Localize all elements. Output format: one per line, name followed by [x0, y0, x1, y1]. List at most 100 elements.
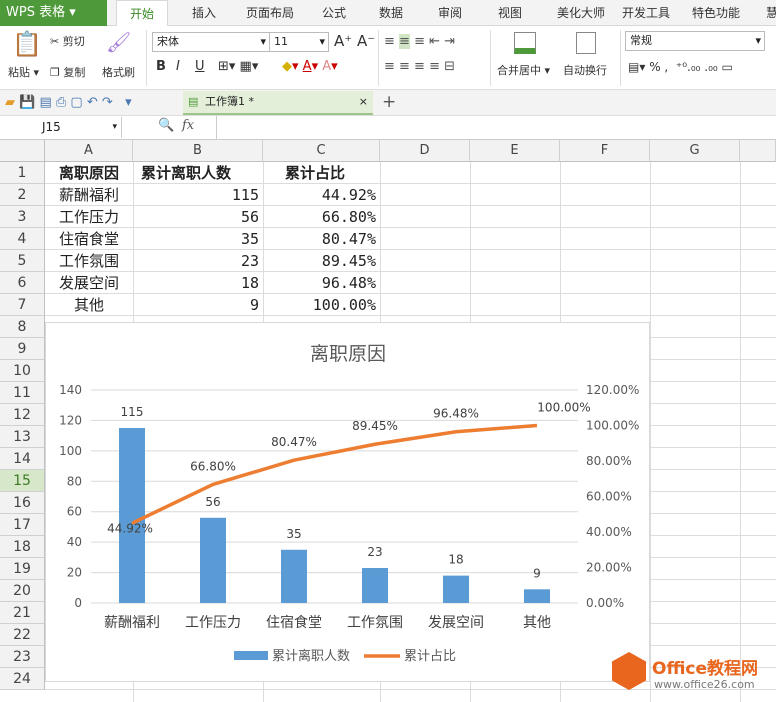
italic-button[interactable]: I [176, 59, 180, 74]
pareto-chart[interactable]: 离职原因 0 20 40 60 80 100 120 140 0.00% 20.00% 40.00% 6… [45, 322, 650, 682]
row-header-11[interactable]: 11 [0, 382, 45, 404]
select-all-corner[interactable] [0, 140, 45, 162]
data-cell[interactable]: 住宿食堂 [45, 228, 133, 250]
column-header-G[interactable]: G [650, 140, 740, 162]
row-header-24[interactable]: 24 [0, 668, 45, 690]
name-box[interactable]: J15 ▾ [0, 117, 122, 138]
underline-button[interactable]: U [195, 59, 205, 74]
tab-7[interactable]: 美化大师 [548, 0, 614, 26]
row-header-22[interactable]: 22 [0, 624, 45, 646]
row-header-16[interactable]: 16 [0, 492, 45, 514]
bold-button[interactable]: B [156, 59, 166, 74]
column-header-B[interactable]: B [133, 140, 263, 162]
data-cell[interactable]: 发展空间 [45, 272, 133, 294]
tab-9[interactable]: 特色功能 [686, 0, 746, 26]
tab-0[interactable]: 开始 [116, 0, 168, 26]
data-cell[interactable]: 9 [133, 294, 263, 316]
tab-3[interactable]: 公式 [318, 0, 350, 26]
data-cell[interactable]: 80.47% [263, 228, 380, 250]
fx-button[interactable]: fx [182, 118, 194, 133]
row-header-14[interactable]: 14 [0, 448, 45, 470]
header-cell[interactable]: 累计离职人数 [133, 162, 263, 184]
data-cell[interactable]: 96.48% [263, 272, 380, 294]
column-header-A[interactable]: A [45, 140, 133, 162]
tab-5[interactable]: 审阅 [430, 0, 470, 26]
data-cell[interactable]: 工作压力 [45, 206, 133, 228]
number-format-buttons[interactable]: ▤▾ % , ⁺⁰.₀₀ .₀₀ ▭ [628, 60, 733, 74]
row-header-19[interactable]: 19 [0, 558, 45, 580]
format-painter-button[interactable]: 格式刷 [102, 64, 135, 80]
merge-center-button[interactable]: 合并居中 ▾ [497, 62, 550, 78]
font-size-select[interactable]: 11 ▾ [269, 32, 329, 52]
row-header-21[interactable]: 21 [0, 602, 45, 624]
tab-8[interactable]: 开发工具 [616, 0, 676, 26]
row-header-12[interactable]: 12 [0, 404, 45, 426]
data-cell[interactable]: 23 [133, 250, 263, 272]
horizontal-align-buttons[interactable]: ≡ ≡ ≡ ≡ ⊟ [384, 59, 455, 74]
close-tab-icon[interactable]: × [359, 91, 368, 113]
quick-access-icons[interactable]: ▰ 💾 ▤ ⎙ ▢ ↶ ↷ ▾ [5, 95, 132, 110]
paste-button[interactable]: 粘贴 ▾ [8, 64, 39, 80]
formula-input[interactable] [216, 116, 776, 139]
line-series[interactable] [131, 423, 538, 525]
paste-icon[interactable]: 📋 [12, 30, 42, 58]
column-header-C[interactable]: C [263, 140, 380, 162]
column-header-F[interactable]: F [560, 140, 650, 162]
column-header-D[interactable]: D [380, 140, 470, 162]
row-header-20[interactable]: 20 [0, 580, 45, 602]
data-cell[interactable]: 56 [133, 206, 263, 228]
data-cell[interactable]: 89.45% [263, 250, 380, 272]
legend-bar-label[interactable]: 累计离职人数 [272, 648, 350, 664]
tab-10[interactable]: 慧 [762, 0, 776, 26]
row-header-6[interactable]: 6 [0, 272, 45, 294]
font-color-button[interactable]: ◆▾ A▾ A▾ [282, 59, 338, 74]
row-header-10[interactable]: 10 [0, 360, 45, 382]
new-tab-button[interactable]: + [382, 92, 396, 112]
column-header-E[interactable]: E [470, 140, 560, 162]
row-header-8[interactable]: 8 [0, 316, 45, 338]
row-header-15[interactable]: 15 [0, 470, 45, 492]
copy-button[interactable]: ❐ 复制 [50, 64, 85, 80]
row-header-4[interactable]: 4 [0, 228, 45, 250]
data-cell[interactable]: 66.80% [263, 206, 380, 228]
number-format-select[interactable]: 常规 ▾ [625, 31, 765, 51]
row-header-18[interactable]: 18 [0, 536, 45, 558]
row-header-5[interactable]: 5 [0, 250, 45, 272]
row-header-1[interactable]: 1 [0, 162, 45, 184]
row-header-3[interactable]: 3 [0, 206, 45, 228]
increase-font-button[interactable]: A⁺ A⁻ [334, 32, 375, 50]
row-header-13[interactable]: 13 [0, 426, 45, 448]
bar[interactable] [119, 428, 145, 603]
bar[interactable] [362, 568, 388, 603]
data-cell[interactable]: 35 [133, 228, 263, 250]
bar[interactable] [281, 549, 307, 603]
bar[interactable] [524, 589, 550, 603]
row-header-7[interactable]: 7 [0, 294, 45, 316]
data-cell[interactable]: 44.92% [263, 184, 380, 206]
row-header-23[interactable]: 23 [0, 646, 45, 668]
bar[interactable] [200, 517, 226, 603]
data-cell[interactable]: 115 [133, 184, 263, 206]
align-buttons[interactable]: ≡ ≡ ≡ ⇤ ⇥ [384, 34, 455, 49]
border-button[interactable]: ⊞▾ ▦▾ [218, 59, 258, 74]
tab-6[interactable]: 视图 [490, 0, 530, 26]
header-cell[interactable]: 累计占比 [263, 162, 380, 184]
legend-line-label[interactable]: 累计占比 [404, 649, 456, 664]
cut-button[interactable]: ✂ 剪切 [50, 33, 85, 49]
zoom-icon[interactable]: 🔍 [158, 118, 174, 133]
row-header-2[interactable]: 2 [0, 184, 45, 206]
header-cell[interactable]: 离职原因 [45, 162, 133, 184]
row-header-17[interactable]: 17 [0, 514, 45, 536]
tab-4[interactable]: 数据 [372, 0, 410, 26]
data-cell[interactable]: 100.00% [263, 294, 380, 316]
data-cell[interactable]: 薪酬福利 [45, 184, 133, 206]
data-cell[interactable]: 18 [133, 272, 263, 294]
row-header-9[interactable]: 9 [0, 338, 45, 360]
wps-app-menu[interactable]: WPS 表格 ▾ [0, 0, 107, 26]
data-cell[interactable]: 其他 [45, 294, 133, 316]
tab-1[interactable]: 插入 [186, 0, 222, 26]
document-tab[interactable]: ▤ 工作簿1 * × [183, 91, 373, 115]
bar[interactable] [443, 575, 469, 603]
font-name-select[interactable]: 宋体 ▾ [152, 32, 270, 52]
tab-2[interactable]: 页面布局 [242, 0, 298, 26]
